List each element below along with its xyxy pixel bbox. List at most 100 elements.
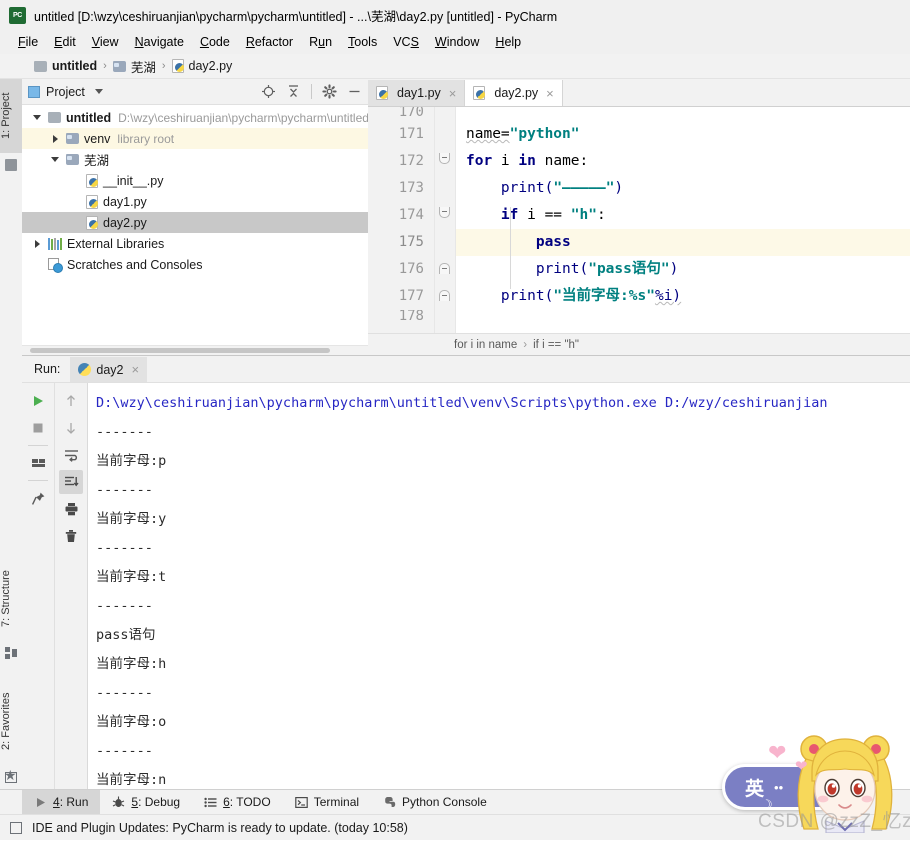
menu-navigate[interactable]: Navigate xyxy=(127,33,192,51)
menu-tools[interactable]: Tools xyxy=(340,33,385,51)
tree-row-venv[interactable]: venv library root xyxy=(22,128,368,149)
restore-layout-button[interactable] xyxy=(26,451,50,475)
tree-item-label: day2.py xyxy=(103,215,147,230)
chevron-right-icon[interactable] xyxy=(48,134,62,143)
console-line: ------- xyxy=(96,482,153,498)
menu-vcs[interactable]: VCS xyxy=(385,33,427,51)
bottom-tab-todo[interactable]: 6: TODO xyxy=(192,790,283,814)
down-arrow-button[interactable] xyxy=(59,416,83,440)
bottom-tab-run[interactable]: 4: Run xyxy=(22,790,101,814)
sidebar-tab-label: 1: Project xyxy=(0,92,12,140)
tree-row-untitled[interactable]: untitled D:\wzy\ceshiruanjian\pycharm\py… xyxy=(22,107,368,128)
code-line-176: print("pass语句") xyxy=(456,256,910,283)
scroll-to-end-button[interactable] xyxy=(59,470,83,494)
tree-row-day1[interactable]: day1.py xyxy=(22,191,368,212)
breadcrumb-item-folder[interactable]: 芜湖 xyxy=(112,57,156,76)
fold-marker-print-2[interactable] xyxy=(439,290,450,301)
run-tab-day2[interactable]: day2 × xyxy=(70,357,148,382)
sidebar-tab-project[interactable]: 1: Project xyxy=(0,79,22,153)
run-console-output[interactable]: D:\wzy\ceshiruanjian\pycharm\pycharm\unt… xyxy=(88,383,910,790)
collapse-all-icon[interactable] xyxy=(286,84,301,99)
project-panel-title-group[interactable]: Project xyxy=(28,85,103,99)
folder-blue-icon xyxy=(66,154,79,165)
status-crumb-if[interactable]: if i == "h" xyxy=(533,339,579,351)
tree-row-init[interactable]: __init__.py xyxy=(22,170,368,191)
breadcrumb-label: 芜湖 xyxy=(130,60,156,75)
code-editor[interactable]: 170 171 172 173 174 175 176 177 178 name… xyxy=(368,107,910,333)
locate-target-icon[interactable] xyxy=(261,84,276,99)
pin-button[interactable] xyxy=(26,486,50,510)
toolbar-divider xyxy=(28,445,48,446)
code-token: "python" xyxy=(509,126,580,142)
csdn-watermark: CSDN @zzZ_忆z xyxy=(758,811,910,832)
console-line: 当前字母:o xyxy=(96,714,167,730)
breadcrumb-item-project[interactable]: untitled xyxy=(34,59,97,73)
bottom-tab-label: 5: Debug xyxy=(131,795,181,809)
console-line: pass语句 xyxy=(96,627,156,643)
minimize-icon[interactable] xyxy=(347,84,362,99)
chevron-right-icon[interactable] xyxy=(30,239,44,248)
breadcrumb-item-file[interactable]: day2.py xyxy=(171,59,232,73)
run-toolbar-secondary xyxy=(55,383,88,790)
console-line: 当前字母:y xyxy=(96,511,167,527)
print-button[interactable] xyxy=(59,497,83,521)
menu-run[interactable]: Run xyxy=(301,33,340,51)
menu-refactor[interactable]: Refactor xyxy=(238,33,301,51)
event-log-icon[interactable] xyxy=(10,821,22,834)
folder-icon xyxy=(34,60,47,72)
fold-marker-for-loop[interactable] xyxy=(439,153,450,164)
code-token: "—————" xyxy=(553,180,615,196)
fold-marker-if[interactable] xyxy=(439,207,450,218)
code-line-177: print("当前字母:%s"%i) xyxy=(456,283,910,310)
tree-row-external-libraries[interactable]: External Libraries xyxy=(22,233,368,254)
trash-button[interactable] xyxy=(59,524,83,548)
sidebar-tab-structure[interactable]: 7: Structure xyxy=(0,557,22,641)
sidebar-tab-favorites[interactable]: 2: Favorites xyxy=(0,675,22,767)
rerun-button[interactable] xyxy=(26,389,50,413)
menu-window[interactable]: Window xyxy=(427,33,487,51)
close-icon[interactable]: × xyxy=(546,86,554,101)
editor-tab-strip: day1.py × day2.py × xyxy=(368,79,910,107)
editor-tab-day2[interactable]: day2.py × xyxy=(465,80,563,106)
bottom-tab-terminal[interactable]: Terminal xyxy=(283,790,371,814)
breadcrumb-separator: › xyxy=(103,60,107,72)
stop-button[interactable] xyxy=(26,416,50,440)
menu-code[interactable]: Code xyxy=(192,33,238,51)
tree-item-label: day1.py xyxy=(103,194,147,209)
menu-file[interactable]: File xyxy=(10,33,46,51)
project-panel-title: Project xyxy=(46,84,85,99)
chevron-down-icon[interactable] xyxy=(94,89,103,94)
status-crumb-for[interactable]: for i in name xyxy=(454,339,517,351)
bottom-tab-debug[interactable]: 5: Debug xyxy=(100,790,192,814)
code-text-area[interactable]: name="python" for i in name: print("————… xyxy=(456,107,910,333)
bottom-tab-python-console[interactable]: Python Console xyxy=(371,790,499,814)
tree-row-wuhu[interactable]: 芜湖 xyxy=(22,149,368,170)
menu-help[interactable]: Help xyxy=(487,33,529,51)
up-arrow-button[interactable] xyxy=(59,389,83,413)
editor-status-breadcrumb: for i in name › if i == "h" xyxy=(368,333,910,355)
chevron-down-icon[interactable] xyxy=(48,157,62,162)
terminal-icon xyxy=(294,796,308,809)
menu-view[interactable]: View xyxy=(84,33,127,51)
line-number: 177 xyxy=(398,288,424,304)
menu-edit[interactable]: Edit xyxy=(46,33,84,51)
close-icon[interactable]: × xyxy=(132,362,140,377)
tree-row-day2[interactable]: day2.py xyxy=(22,212,368,233)
tree-item-label: untitled xyxy=(66,110,112,125)
tree-item-label: Scratches and Consoles xyxy=(67,257,203,272)
python-file-icon xyxy=(171,59,185,73)
project-tree: untitled D:\wzy\ceshiruanjian\pycharm\py… xyxy=(22,105,368,345)
window-layout-icon[interactable] xyxy=(5,772,17,783)
tree-item-path: D:\wzy\ceshiruanjian\pycharm\pycharm\unt… xyxy=(118,110,368,125)
editor-tab-day1[interactable]: day1.py × xyxy=(368,80,466,106)
scratches-icon xyxy=(48,258,63,273)
project-horizontal-scrollbar[interactable] xyxy=(22,345,368,355)
close-icon[interactable]: × xyxy=(449,86,457,101)
soft-wrap-button[interactable] xyxy=(59,443,83,467)
indent-guide xyxy=(510,207,511,289)
chevron-down-icon[interactable] xyxy=(30,115,44,120)
fold-marker-print-1[interactable] xyxy=(439,263,450,274)
tree-row-scratches[interactable]: Scratches and Consoles xyxy=(22,254,368,275)
gear-icon[interactable] xyxy=(322,84,337,99)
